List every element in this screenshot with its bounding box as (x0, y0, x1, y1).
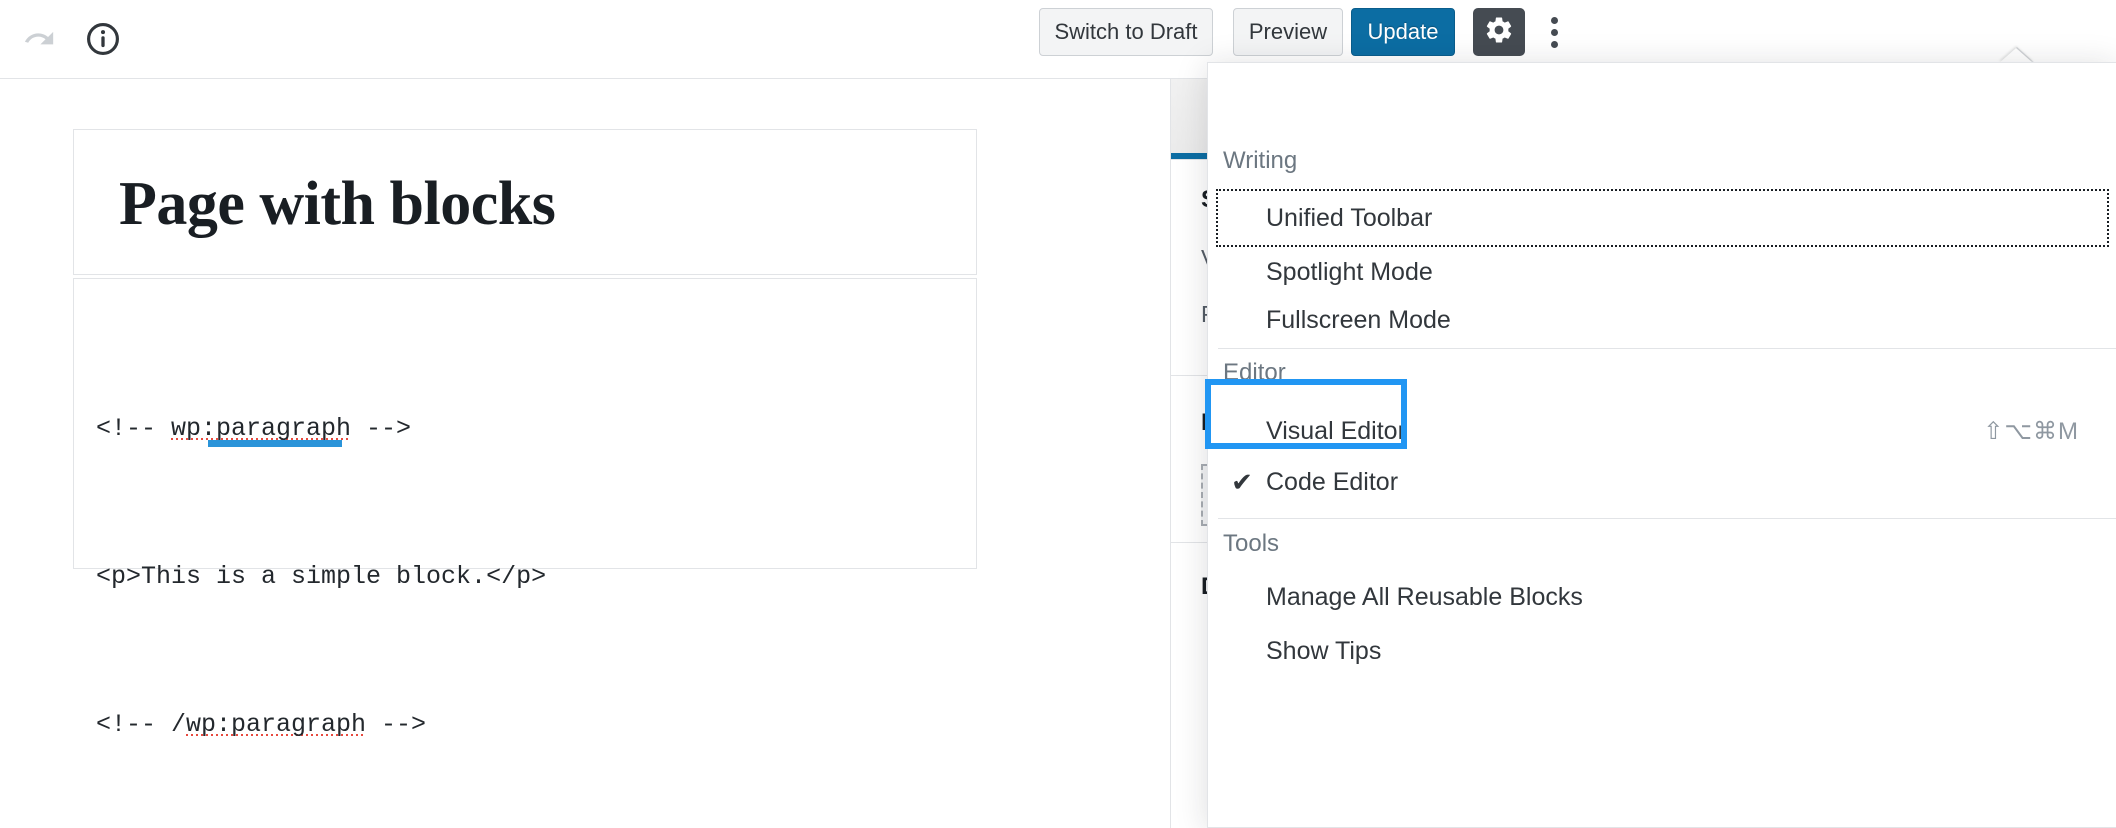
menu-item-label: Manage All Reusable Blocks (1266, 582, 1583, 611)
code-line: <!-- /wp:paragraph --> (96, 706, 546, 743)
menu-group-label-editor: Editor (1223, 359, 1286, 386)
popover-caret-icon (1999, 48, 2033, 63)
code-text: <!-- / (96, 710, 187, 739)
menu-item-show-tips[interactable]: Show Tips (1218, 624, 2107, 678)
menu-group-label-writing: Writing (1223, 147, 1298, 174)
menu-item-visual-editor[interactable]: Visual Editor ⇧⌥⌘M (1218, 404, 2107, 458)
vertical-ellipsis-icon (1550, 40, 1558, 48)
menu-separator (1218, 518, 2116, 519)
code-editor-textarea[interactable]: <!-- wp:paragraph --> <p>This is a simpl… (96, 299, 546, 828)
menu-separator (1218, 348, 2116, 349)
spellcheck-error-word: wp:paragraph (171, 414, 352, 443)
gear-icon (1484, 15, 1514, 49)
code-text: --> (351, 414, 412, 443)
editor-canvas: Page with blocks <!-- wp:paragraph --> <… (0, 79, 1169, 828)
menu-item-label: Visual Editor (1266, 416, 1406, 445)
post-title-block[interactable]: Page with blocks (73, 129, 977, 275)
menu-item-code-editor[interactable]: ✔ Code Editor (1218, 455, 2107, 509)
update-button[interactable]: Update (1351, 8, 1455, 56)
spellcheck-error-word: wp:paragraph (186, 710, 367, 739)
text-selection-highlight (208, 440, 342, 447)
code-line: <p>This is a simple block.</p> (96, 558, 546, 595)
check-icon: ✔ (1231, 466, 1253, 497)
menu-group-label-tools: Tools (1223, 530, 1280, 557)
keyboard-shortcut: ⇧⌥⌘M (1983, 417, 2079, 445)
preview-button[interactable]: Preview (1233, 8, 1343, 56)
menu-item-label: Code Editor (1266, 467, 1399, 496)
code-text: --> (366, 710, 427, 739)
menu-item-label: Show Tips (1266, 636, 1382, 665)
menu-item-manage-reusable-blocks[interactable]: Manage All Reusable Blocks (1218, 570, 2107, 624)
menu-item-label: Unified Toolbar (1266, 203, 1433, 232)
more-options-button[interactable] (1534, 8, 1574, 56)
switch-to-draft-button[interactable]: Switch to Draft (1039, 8, 1213, 56)
menu-item-label: Spotlight Mode (1266, 257, 1433, 286)
menu-item-fullscreen-mode[interactable]: Fullscreen Mode (1218, 293, 2107, 347)
menu-item-unified-toolbar[interactable]: Unified Toolbar (1216, 189, 2109, 247)
vertical-ellipsis-icon (1550, 28, 1558, 36)
menu-item-spotlight-mode[interactable]: Spotlight Mode (1218, 245, 2107, 299)
code-line: <!-- wp:paragraph --> (96, 410, 546, 447)
settings-gear-button[interactable] (1473, 8, 1525, 56)
menu-item-label: Fullscreen Mode (1266, 305, 1451, 334)
code-text: <p>This is a simple block.</p> (96, 562, 547, 591)
vertical-ellipsis-icon (1550, 16, 1558, 24)
more-options-menu: Writing Unified Toolbar Spotlight Mode F… (1207, 62, 2116, 828)
page-title[interactable]: Page with blocks (119, 170, 556, 238)
info-circle-icon[interactable] (72, 8, 134, 70)
code-editor-block[interactable]: <!-- wp:paragraph --> <p>This is a simpl… (73, 278, 977, 739)
code-text: <!-- (96, 414, 172, 443)
redo-icon[interactable] (8, 8, 70, 70)
